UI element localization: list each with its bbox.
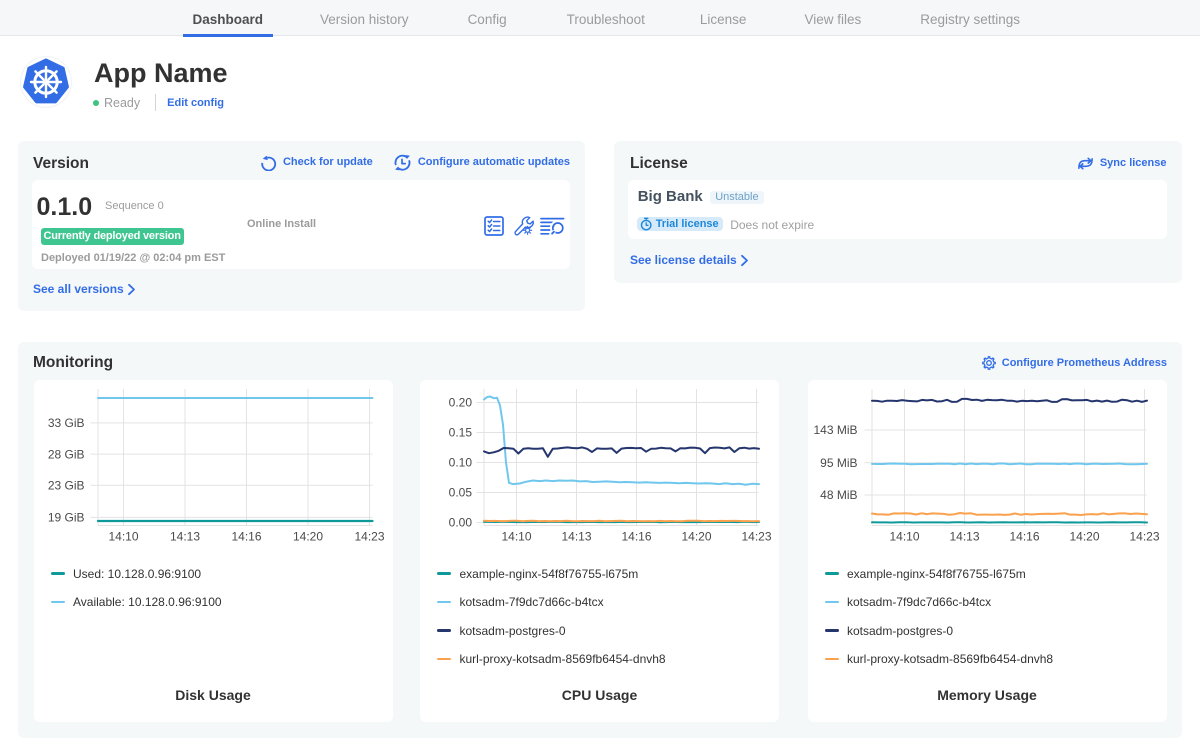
svg-text:14:23: 14:23 (354, 530, 384, 544)
svg-text:143 MiB: 143 MiB (813, 423, 857, 437)
svg-text:0.15: 0.15 (449, 426, 473, 440)
svg-text:14:13: 14:13 (949, 530, 979, 544)
svg-text:14:13: 14:13 (561, 530, 591, 544)
svg-text:48 MiB: 48 MiB (820, 488, 857, 502)
svg-text:28 GiB: 28 GiB (47, 447, 84, 461)
svg-text:14:13: 14:13 (169, 530, 199, 544)
svg-text:14:16: 14:16 (1009, 530, 1039, 544)
svg-text:14:23: 14:23 (1129, 530, 1159, 544)
svg-text:14:20: 14:20 (292, 530, 322, 544)
svg-text:14:20: 14:20 (1069, 530, 1099, 544)
svg-text:14:23: 14:23 (741, 530, 771, 544)
svg-text:14:20: 14:20 (681, 530, 711, 544)
svg-text:0.20: 0.20 (449, 396, 473, 410)
svg-text:23 GiB: 23 GiB (47, 479, 84, 493)
svg-text:14:10: 14:10 (108, 530, 138, 544)
svg-text:95 MiB: 95 MiB (820, 456, 857, 470)
svg-text:14:16: 14:16 (621, 530, 651, 544)
svg-text:14:10: 14:10 (889, 530, 919, 544)
svg-text:14:10: 14:10 (501, 530, 531, 544)
svg-text:0.00: 0.00 (449, 516, 473, 530)
svg-text:0.05: 0.05 (449, 486, 473, 500)
svg-text:0.10: 0.10 (449, 456, 473, 470)
svg-text:33 GiB: 33 GiB (47, 416, 84, 430)
svg-text:19 GiB: 19 GiB (47, 511, 84, 525)
svg-text:14:16: 14:16 (231, 530, 261, 544)
